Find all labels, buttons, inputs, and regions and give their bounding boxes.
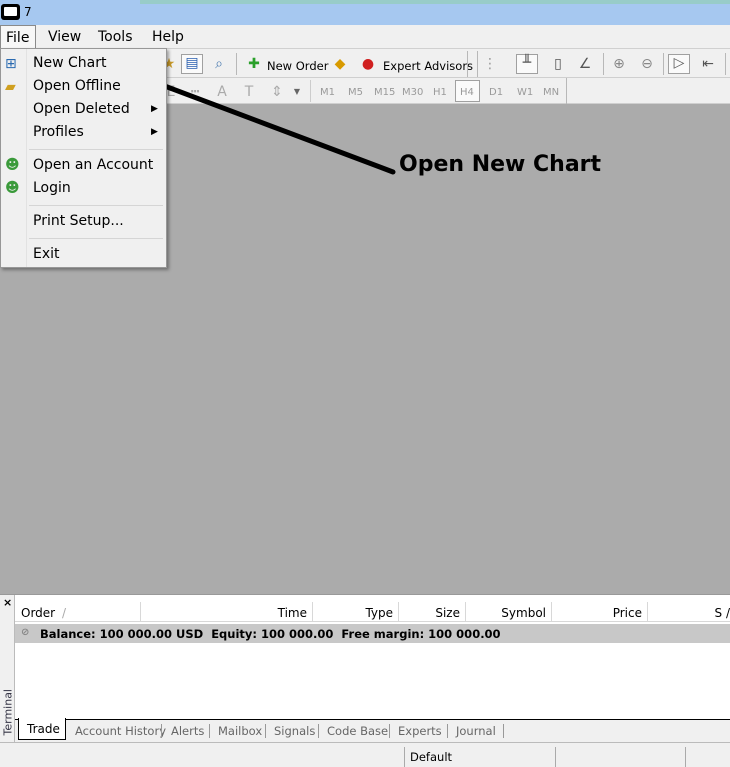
menu-item-open-deleted[interactable]: Open Deleted — [33, 101, 130, 117]
status-icon: ⊘ — [21, 627, 30, 638]
column-time[interactable]: Time — [278, 606, 307, 620]
status-bar: Default — [0, 742, 730, 767]
tab-experts[interactable]: Experts — [398, 724, 442, 738]
column-price[interactable]: Price — [613, 606, 642, 620]
user-login-icon: ☻ — [5, 180, 20, 196]
tab-account-history[interactable]: Account History — [75, 724, 166, 738]
menu-item-exit[interactable]: Exit — [33, 246, 60, 262]
tab-alerts[interactable]: Alerts — [171, 724, 204, 738]
menu-item-profiles[interactable]: Profiles — [33, 124, 84, 140]
column-symbol[interactable]: Symbol — [501, 606, 546, 620]
balance-text: Balance: 100 000.00 USD Equity: 100 000.… — [40, 627, 501, 641]
menu-item-print-setup[interactable]: Print Setup... — [33, 213, 124, 229]
menu-item-new-chart[interactable]: New Chart — [33, 55, 106, 71]
user-add-icon: ☻ — [5, 157, 20, 173]
column-type[interactable]: Type — [365, 606, 393, 620]
terminal-panel: × Terminal Order / Time Type Size Symbol… — [0, 594, 730, 742]
folder-open-icon: ▰ — [5, 79, 16, 95]
submenu-arrow-icon: ▶ — [151, 127, 158, 137]
tab-code-base[interactable]: Code Base — [327, 724, 388, 738]
column-sl[interactable]: S / — [715, 606, 730, 620]
menu-item-login[interactable]: Login — [33, 180, 71, 196]
tab-journal[interactable]: Journal — [456, 724, 496, 738]
balance-row[interactable]: ⊘ Balance: 100 000.00 USD Equity: 100 00… — [15, 624, 730, 643]
annotation-label: Open New Chart — [399, 152, 602, 177]
terminal-label: Terminal — [1, 689, 15, 736]
close-icon[interactable]: × — [3, 596, 12, 609]
tab-signals[interactable]: Signals — [274, 724, 315, 738]
terminal-tabs: Trade Account History Alerts Mailbox Sig… — [15, 718, 730, 741]
column-size[interactable]: Size — [435, 606, 460, 620]
sort-indicator: / — [62, 606, 67, 620]
new-chart-icon: ⊞ — [5, 56, 17, 72]
file-menu-dropdown: ⊞ New Chart ▰ Open Offline Open Deleted … — [0, 48, 167, 268]
menu-item-open-account[interactable]: Open an Account — [33, 157, 153, 173]
submenu-arrow-icon: ▶ — [151, 104, 158, 114]
orders-table-header: Order / Time Type Size Symbol Price S / — [15, 598, 730, 622]
tab-mailbox[interactable]: Mailbox — [218, 724, 262, 738]
menu-item-open-offline[interactable]: Open Offline — [33, 78, 121, 94]
tab-trade[interactable]: Trade — [18, 718, 66, 740]
column-order[interactable]: Order — [21, 606, 55, 620]
terminal-sidebar: × Terminal — [0, 595, 15, 742]
profile-status: Default — [410, 750, 453, 764]
